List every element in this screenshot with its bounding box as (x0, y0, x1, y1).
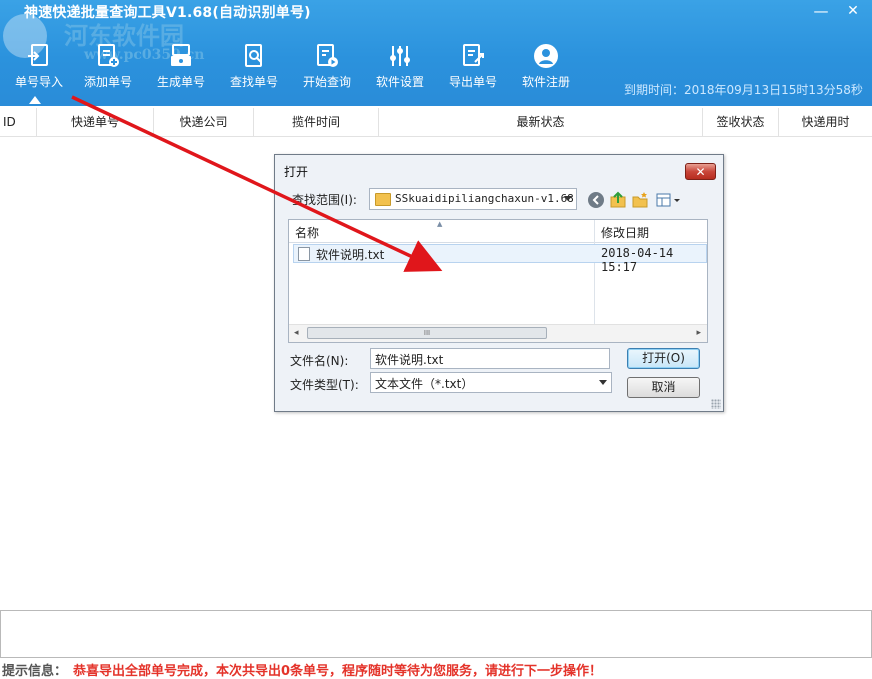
file-name-input[interactable]: 软件说明.txt (370, 348, 610, 369)
resize-grip[interactable] (711, 399, 721, 409)
open-file-dialog: 打开 ✕ 查找范围(I): SSkuaidipiliangchaxun-v1.6… (274, 154, 724, 412)
toolbar-label: 软件注册 (521, 75, 570, 89)
file-type-value: 文本文件（*.txt） (375, 377, 474, 391)
generate-icon (171, 44, 191, 66)
look-in-dropdown[interactable]: SSkuaidipiliangchaxun-v1.68 (369, 188, 577, 210)
text-file-icon (298, 247, 310, 261)
cancel-button[interactable]: 取消 (627, 377, 700, 398)
toolbar-search-button[interactable]: 查找单号 (219, 42, 289, 100)
look-in-value: SSkuaidipiliangchaxun-v1.68 (395, 192, 574, 205)
column-header-tracking-number[interactable]: 快递单号 (37, 108, 154, 136)
log-area[interactable] (0, 610, 872, 658)
column-header-latest-status[interactable]: 最新状态 (379, 108, 703, 136)
status-bar: 提示信息： 恭喜导出全部单号完成，本次共导出0条单号，程序随时等待为您服务，请进行… (2, 660, 602, 679)
results-table-header: ID 快递单号 快递公司 揽件时间 最新状态 签收状态 快递用时 (0, 108, 872, 137)
column-divider (594, 220, 595, 326)
status-message: 恭喜导出全部单号完成，本次共导出0条单号，程序随时等待为您服务，请进行下一步操作… (73, 664, 603, 679)
file-modified-date: 2018-04-14 15:17 (601, 246, 674, 274)
column-header-name[interactable]: 名称 (295, 224, 319, 241)
file-name: 软件说明.txt (316, 248, 385, 262)
toolbar-export-button[interactable]: 导出单号 (438, 42, 508, 100)
expiry-time: 到期时间：2018年09月13日15时13分58秒 (624, 83, 863, 97)
toolbar-generate-button[interactable]: 生成单号 (146, 42, 216, 100)
user-register-icon (534, 44, 558, 68)
import-icon (28, 44, 48, 66)
close-button[interactable]: ✕ (840, 0, 866, 22)
file-list-item[interactable]: 软件说明.txt 2018-04-14 15:17 (293, 244, 707, 274)
toolbar-label: 查找单号 (229, 75, 278, 89)
up-folder-icon[interactable] (609, 191, 627, 209)
view-menu-icon[interactable] (655, 191, 683, 209)
column-header-modified[interactable]: 修改日期 (601, 224, 649, 241)
look-in-label: 查找范围(I): (292, 193, 357, 207)
file-type-label: 文件类型(T): (290, 378, 359, 392)
file-name-label: 文件名(N): (290, 354, 349, 368)
app-header: 河东软件园 www.pc0359.cn 神速快递批量查询工具V1.68(自动识别… (0, 0, 872, 106)
toolbar-start-query-button[interactable]: 开始查询 (292, 42, 362, 100)
toolbar-label: 单号导入 (14, 75, 63, 89)
toolbar-add-button[interactable]: 添加单号 (73, 42, 143, 100)
scroll-thumb[interactable]: III (307, 327, 547, 339)
search-document-icon (245, 44, 262, 67)
scroll-left-icon[interactable]: ◂ (294, 328, 299, 338)
toolbar-label: 生成单号 (156, 75, 205, 89)
column-header-pickup-time[interactable]: 揽件时间 (254, 108, 379, 136)
file-type-dropdown[interactable]: 文本文件（*.txt） (370, 372, 612, 393)
window-title: 神速快递批量查询工具V1.68(自动识别单号) (24, 5, 311, 21)
column-header-delivery-duration[interactable]: 快递用时 (779, 108, 872, 136)
open-button[interactable]: 打开(O) (627, 348, 700, 369)
chevron-down-icon (599, 380, 607, 385)
file-list-header: ▲ 名称 修改日期 (289, 220, 707, 243)
export-icon (463, 44, 484, 66)
toolbar-label: 导出单号 (448, 75, 497, 89)
settings-sliders-icon (390, 46, 410, 66)
chevron-down-icon (564, 196, 572, 201)
toolbar-label: 软件设置 (375, 75, 424, 89)
back-icon[interactable] (587, 191, 605, 209)
scroll-right-icon[interactable]: ▸ (696, 328, 701, 338)
toolbar-import-button[interactable]: 单号导入 (4, 42, 74, 100)
dialog-title: 打开 (284, 165, 309, 179)
dialog-close-button[interactable]: ✕ (685, 163, 716, 180)
horizontal-scrollbar[interactable]: ◂ III ▸ (289, 324, 707, 342)
toolbar-register-button[interactable]: 软件注册 (511, 42, 581, 100)
column-header-sign-status[interactable]: 签收状态 (703, 108, 779, 136)
new-folder-icon[interactable] (631, 191, 649, 209)
file-list[interactable]: ▲ 名称 修改日期 软件说明.txt 2018-04-14 15:17 ◂ II… (288, 219, 708, 343)
folder-icon (375, 193, 391, 206)
minimize-button[interactable]: — (808, 0, 834, 22)
column-header-courier[interactable]: 快递公司 (154, 108, 254, 136)
toolbar-label: 开始查询 (302, 75, 351, 89)
sort-arrow-icon: ▲ (437, 220, 443, 228)
toolbar-settings-button[interactable]: 软件设置 (365, 42, 435, 100)
add-document-icon (98, 44, 119, 67)
toolbar-label: 添加单号 (83, 75, 132, 89)
status-label: 提示信息： (2, 664, 68, 679)
play-document-icon (317, 44, 338, 67)
active-tab-indicator (29, 96, 41, 104)
column-header-id[interactable]: ID (0, 108, 37, 136)
